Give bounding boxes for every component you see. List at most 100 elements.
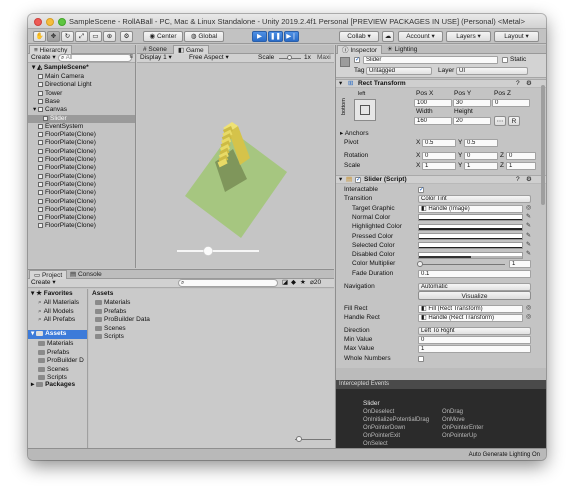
min-value-field[interactable]: 0 — [418, 336, 531, 344]
scale-y-field[interactable]: 1 — [464, 162, 498, 170]
asset-tree-item[interactable]: Prefabs — [38, 349, 69, 357]
slider-enabled-checkbox[interactable] — [355, 176, 361, 183]
pause-button[interactable]: ❚❚ — [268, 31, 283, 42]
hierarchy-row[interactable]: FloorPlate(Clone) — [28, 131, 135, 139]
direction-dropdown[interactable]: Left To Right — [418, 326, 531, 335]
favorite-item[interactable]: ⌕ All Models — [38, 308, 74, 316]
hierarchy-row[interactable]: FloorPlate(Clone) — [28, 189, 135, 197]
hand-tool-button[interactable]: ✋ — [33, 31, 46, 42]
filter-type-icon[interactable]: ◪ — [282, 279, 288, 287]
navigation-dropdown[interactable]: Automatic — [418, 282, 531, 291]
fade-duration-field[interactable]: 0.1 — [418, 269, 531, 278]
static-checkbox[interactable] — [502, 57, 508, 63]
game-viewport[interactable] — [137, 64, 334, 268]
project-create-button[interactable]: Create ▾ — [31, 279, 56, 287]
minimize-window-button[interactable] — [46, 18, 54, 26]
handle-rect-object-field[interactable]: ◧ Handle (Rect Transform) — [418, 313, 523, 322]
rot-z-field[interactable]: 0 — [506, 152, 536, 160]
raw-edit-button[interactable]: R — [508, 116, 520, 126]
asset-item[interactable]: Scripts — [95, 333, 124, 341]
hierarchy-create-button[interactable]: Create ▾ — [31, 54, 56, 62]
hierarchy-row[interactable]: FloorPlate(Clone) — [28, 206, 135, 214]
zoom-window-button[interactable] — [58, 18, 66, 26]
layout-dropdown[interactable]: Layout ▾ — [494, 31, 539, 42]
layers-dropdown[interactable]: Layers ▾ — [446, 31, 491, 42]
play-button[interactable]: ▶ — [252, 31, 267, 42]
color-multiplier-thumb[interactable] — [417, 261, 423, 268]
tab-console[interactable]: ▤ Console — [66, 270, 106, 279]
asset-item[interactable]: Scenes — [95, 325, 126, 333]
visualize-button[interactable]: Visualize — [418, 290, 531, 300]
color-multiplier-track[interactable] — [418, 264, 505, 266]
tag-dropdown[interactable]: Untagged — [366, 67, 432, 75]
layer-dropdown[interactable]: UI — [456, 67, 528, 75]
max-value-field[interactable]: 1 — [418, 345, 531, 354]
filter-label-icon[interactable]: ◆ — [291, 279, 296, 287]
object-picker-icon[interactable]: ◎ — [526, 205, 532, 212]
rect-transform-header[interactable]: ▾ ⊞ Rect Transform ? ⚙ — [336, 79, 546, 88]
account-dropdown[interactable]: Account ▾ — [398, 31, 443, 42]
scale-slider-thumb[interactable] — [287, 55, 292, 60]
hierarchy-row[interactable]: ▾ Canvas — [28, 106, 135, 114]
hierarchy-row[interactable]: Base — [28, 98, 135, 106]
hierarchy-search-input[interactable]: ⌕ All — [58, 54, 132, 62]
settings-icon[interactable]: ⚙ — [526, 80, 532, 88]
favorite-item[interactable]: ⌕ All Materials — [38, 299, 79, 307]
hierarchy-row[interactable]: FloorPlate(Clone) — [28, 148, 135, 156]
step-button[interactable]: ▶❘ — [284, 31, 299, 42]
hierarchy-row[interactable]: Directional Light — [28, 81, 135, 89]
eyedropper-icon[interactable]: ✎ — [526, 223, 532, 230]
disabled-color-swatch[interactable] — [418, 251, 523, 259]
tab-project[interactable]: ▭ Project — [29, 270, 68, 279]
selected-color-swatch[interactable] — [418, 242, 523, 250]
height-field[interactable]: 20 — [453, 117, 491, 125]
scale-z-field[interactable]: 1 — [506, 162, 536, 170]
favorite-star-icon[interactable]: ★ — [300, 279, 306, 287]
slider-script-header[interactable]: ▾ ▤ Slider (Script) ? ⚙ — [336, 175, 546, 184]
hierarchy-row[interactable]: Tower — [28, 90, 135, 98]
tab-lighting[interactable]: ☀ Lighting — [383, 45, 421, 54]
tab-hierarchy[interactable]: ≡ Hierarchy — [29, 45, 73, 54]
asset-tree-item[interactable]: ProBuilder D — [38, 357, 84, 365]
asset-tree-item[interactable]: Materials — [38, 340, 73, 348]
hierarchy-row[interactable]: EventSystem — [28, 123, 135, 131]
favorite-item[interactable]: ⌕ All Prefabs — [38, 316, 75, 324]
active-checkbox[interactable] — [354, 56, 360, 63]
eyedropper-icon[interactable]: ✎ — [526, 233, 532, 240]
interactable-checkbox[interactable] — [418, 186, 424, 193]
eyedropper-icon[interactable]: ✎ — [526, 242, 532, 249]
hierarchy-row[interactable]: Slider — [28, 114, 135, 123]
maximize-toggle[interactable]: Maxi — [317, 54, 331, 62]
panel-menu-icon[interactable]: ≡ — [129, 54, 133, 60]
pos-x-field[interactable]: 100 — [414, 99, 452, 107]
pivot-y-field[interactable]: 0.5 — [464, 139, 498, 147]
rotate-tool-button[interactable]: ↻ — [61, 31, 74, 42]
width-field[interactable]: 160 — [414, 117, 452, 125]
anchor-preset-button[interactable] — [354, 99, 376, 121]
pos-z-field[interactable]: 0 — [492, 99, 530, 107]
tab-scene[interactable]: # Scene — [139, 45, 171, 54]
help-icon[interactable]: ? — [516, 80, 520, 88]
tab-inspector[interactable]: ⓘ Inspector — [337, 45, 383, 54]
asset-tree-item[interactable]: Scenes — [38, 366, 69, 374]
asset-item[interactable]: Materials — [95, 299, 130, 307]
scale-tool-button[interactable]: ⤢ — [75, 31, 88, 42]
scene-row[interactable]: ▾ ◭ SampleScene* — [28, 64, 135, 72]
asset-item[interactable]: ProBuilder Data — [95, 316, 150, 324]
settings-icon[interactable]: ⚙ — [526, 176, 532, 184]
highlighted-color-swatch[interactable] — [418, 223, 523, 231]
pressed-color-swatch[interactable] — [418, 233, 523, 240]
browser-breadcrumb[interactable]: Assets — [92, 290, 113, 298]
foldout-icon[interactable]: ▾ — [33, 106, 36, 114]
blueprint-button[interactable]: ⋯ — [494, 116, 506, 126]
collab-dropdown[interactable]: Collab ▾ — [339, 31, 379, 42]
scale-x-field[interactable]: 1 — [422, 162, 456, 170]
hierarchy-row[interactable]: FloorPlate(Clone) — [28, 139, 135, 147]
rot-y-field[interactable]: 0 — [464, 152, 498, 160]
object-picker-icon[interactable]: ◎ — [526, 314, 532, 321]
rect-tool-button[interactable]: ▭ — [89, 31, 102, 42]
assets-header-row[interactable]: ▾ Assets — [28, 330, 87, 339]
cloud-button[interactable]: ☁ — [382, 31, 394, 42]
eyedropper-icon[interactable]: ✎ — [526, 251, 532, 258]
help-icon[interactable]: ? — [516, 176, 520, 184]
